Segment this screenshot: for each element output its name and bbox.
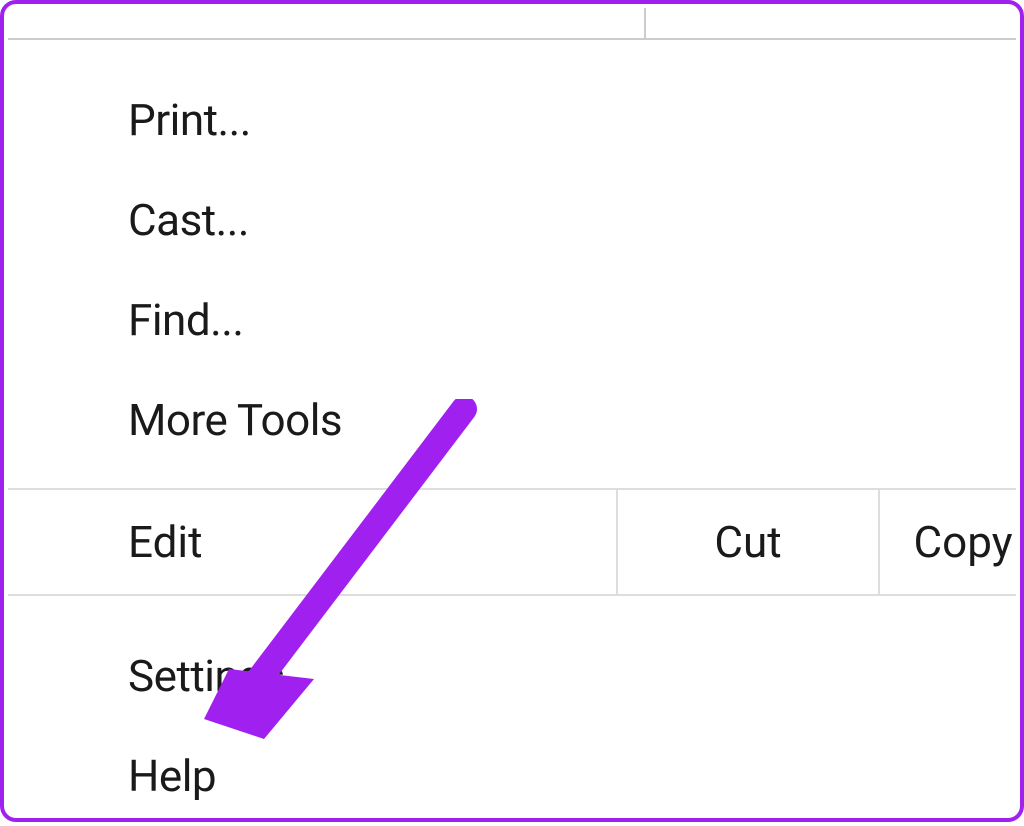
menu-item-cast[interactable]: Cast...	[8, 170, 1016, 270]
edit-action-cut[interactable]: Cut	[618, 490, 878, 594]
menu-item-print[interactable]: Print...	[8, 70, 1016, 170]
menu-item-settings[interactable]: Settings	[8, 626, 1016, 726]
edit-action-copy[interactable]: Copy	[880, 490, 1016, 594]
menu-item-help[interactable]: Help	[8, 726, 1016, 826]
menu-group-bottom: Settings Help	[8, 596, 1016, 826]
menu-item-more-tools[interactable]: More Tools	[8, 370, 1016, 470]
menu-item-edit-label: Edit	[8, 516, 616, 568]
top-divider	[8, 8, 1016, 40]
menu-item-edit-row: Edit Cut Copy	[8, 490, 1016, 596]
menu-panel: Print... Cast... Find... More Tools Edit…	[0, 0, 1024, 822]
top-right-divider	[644, 8, 646, 40]
menu-item-find[interactable]: Find...	[8, 270, 1016, 370]
menu-list: Print... Cast... Find... More Tools Edit…	[8, 40, 1016, 814]
menu-group-top: Print... Cast... Find... More Tools	[8, 40, 1016, 490]
